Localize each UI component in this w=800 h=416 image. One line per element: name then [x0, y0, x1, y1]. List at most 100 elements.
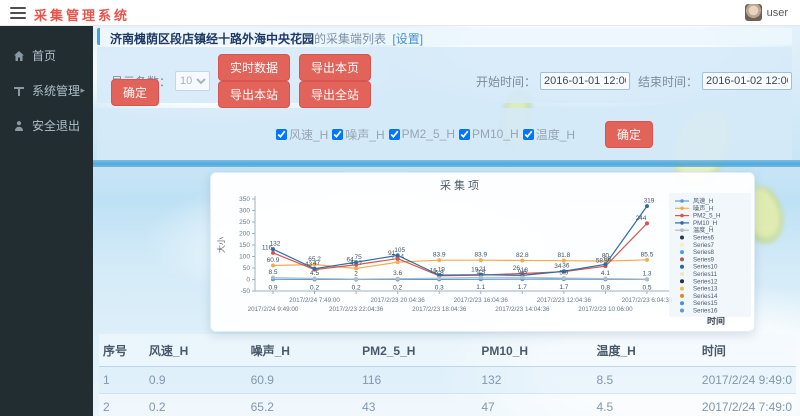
checkbox-风速_H[interactable] — [276, 129, 287, 140]
svg-text:Series14: Series14 — [693, 293, 718, 300]
table-cell: 0.2 — [145, 394, 247, 416]
svg-text:2017/2/23 12:04:36: 2017/2/23 12:04:36 — [537, 297, 592, 304]
svg-text:1.7: 1.7 — [559, 284, 568, 291]
svg-text:83.9: 83.9 — [433, 252, 446, 259]
export-page-button[interactable]: 导出本页 — [299, 54, 371, 81]
svg-text:2017/2/24 9:49:00: 2017/2/24 9:49:00 — [248, 306, 299, 313]
svg-text:66: 66 — [604, 256, 612, 263]
query-confirm-button[interactable]: 确定 — [111, 79, 159, 106]
svg-text:100: 100 — [239, 254, 250, 261]
series-checkbox-group: 噪声_H — [332, 126, 384, 143]
column-header: 序号 — [99, 334, 145, 367]
svg-text:Series8: Series8 — [693, 249, 715, 256]
table-cell: 0.9 — [145, 367, 247, 394]
table-row[interactable]: 20.265.243474.52017/2/24 7:49:0 — [99, 394, 796, 416]
svg-text:2017/2/24 7:49:00: 2017/2/24 7:49:00 — [289, 297, 340, 304]
table-cell: 43 — [358, 394, 477, 416]
table-cell: 60.9 — [247, 367, 358, 394]
settings-link[interactable]: [设置] — [392, 32, 423, 46]
svg-text:风速_H: 风速_H — [693, 197, 713, 205]
start-time-label: 开始时间： — [476, 73, 536, 90]
svg-text:60.9: 60.9 — [267, 257, 280, 264]
end-time-input[interactable] — [702, 72, 792, 90]
horizon-band — [93, 160, 800, 167]
column-header: 温度_H — [592, 334, 697, 367]
export-station-button[interactable]: 导出本站 — [218, 81, 290, 108]
column-header: PM2_5_H — [358, 334, 477, 367]
series-checkbox-group: PM10_H — [459, 127, 519, 141]
series-checkbox-group: 风速_H — [276, 126, 328, 143]
app-title: 采集管理系统 — [34, 5, 130, 24]
checkbox-label: 温度_H — [536, 126, 575, 143]
svg-text:81.8: 81.8 — [558, 252, 571, 259]
export-all-button[interactable]: 导出全站 — [299, 81, 371, 108]
table-header-row: 序号风速_H噪声_HPM2_5_HPM10_H温度_H时间 — [99, 334, 796, 367]
series-checkbox-group: 温度_H — [523, 126, 575, 143]
svg-text:0.2: 0.2 — [310, 284, 319, 291]
table-row[interactable]: 10.960.91161328.52017/2/24 9:49:0 — [99, 367, 796, 394]
checkbox-PM2_5_H[interactable] — [389, 129, 400, 140]
checkbox-label: 噪声_H — [345, 126, 384, 143]
svg-text:3.6: 3.6 — [393, 270, 402, 277]
svg-text:Series15: Series15 — [693, 300, 718, 307]
sidebar: 首页系统管理▸安全退出 — [0, 26, 93, 416]
svg-text:83.9: 83.9 — [474, 252, 487, 259]
svg-text:1.1: 1.1 — [476, 284, 485, 291]
svg-text:Series10: Series10 — [693, 264, 718, 271]
svg-text:Series11: Series11 — [693, 271, 718, 278]
checkbox-温度_H[interactable] — [523, 129, 534, 140]
svg-text:噪声_H: 噪声_H — [693, 204, 713, 212]
svg-text:0.5: 0.5 — [642, 284, 651, 291]
column-header: 噪声_H — [247, 334, 358, 367]
svg-text:PM10_H: PM10_H — [693, 220, 717, 227]
column-header: 风速_H — [145, 334, 247, 367]
table-cell: 47 — [477, 394, 592, 416]
sidebar-item-logout[interactable]: 安全退出 — [0, 108, 93, 143]
sidebar-item-system[interactable]: 系统管理▸ — [0, 73, 93, 108]
svg-text:105: 105 — [394, 247, 405, 254]
checkbox-PM10_H[interactable] — [459, 129, 470, 140]
page-title: 的采集端列表 — [314, 32, 386, 46]
checkbox-label: PM10_H — [472, 127, 519, 141]
svg-text:0.9: 0.9 — [268, 284, 277, 291]
display-count-select[interactable]: 10 — [175, 71, 210, 91]
svg-text:1.3: 1.3 — [642, 271, 651, 278]
chart-svg: 采集项大小时间350300250200150100500-502017/2/24… — [211, 173, 754, 331]
svg-text:150: 150 — [239, 242, 250, 249]
svg-text:5.8: 5.8 — [435, 270, 444, 277]
realtime-data-button[interactable]: 实时数据 — [218, 54, 290, 81]
svg-text:2017/2/23 16:04:36: 2017/2/23 16:04:36 — [454, 297, 509, 304]
sidebar-item-home[interactable]: 首页 — [0, 38, 93, 73]
svg-text:1.7: 1.7 — [518, 284, 527, 291]
svg-text:85.5: 85.5 — [641, 251, 654, 258]
svg-text:244: 244 — [636, 215, 647, 222]
svg-text:2017/2/23 6:04:36: 2017/2/23 6:04:36 — [622, 297, 673, 304]
main-content: 济南槐荫区段店镇经十路外海中央花园的采集端列表 [设置] 显示条数： 10 实时… — [93, 26, 800, 416]
table-cell: 4.5 — [592, 394, 697, 416]
svg-text:200: 200 — [239, 231, 250, 238]
svg-text:132: 132 — [270, 241, 281, 248]
svg-text:0.8: 0.8 — [601, 284, 610, 291]
user-menu[interactable]: user — [745, 4, 788, 21]
menu-icon[interactable] — [10, 7, 26, 19]
data-table: 序号风速_H噪声_HPM2_5_HPM10_H温度_H时间 10.960.911… — [99, 334, 796, 416]
table-cell: 1 — [99, 367, 145, 394]
svg-text:Series16: Series16 — [693, 308, 718, 315]
table-cell: 65.2 — [247, 394, 358, 416]
svg-text:350: 350 — [239, 196, 250, 203]
svg-text:温度_H: 温度_H — [693, 226, 713, 234]
svg-text:Series6: Series6 — [693, 235, 715, 242]
table-cell: 2 — [99, 394, 145, 416]
sidebar-item-label: 系统管理 — [32, 82, 80, 99]
avatar — [745, 4, 762, 21]
series-filter-panel: 风速_H噪声_HPM2_5_HPM10_H温度_H确定 — [97, 108, 792, 160]
filter-confirm-button[interactable]: 确定 — [605, 121, 653, 148]
user-name: user — [767, 7, 788, 19]
start-time-input[interactable] — [540, 72, 630, 90]
column-header: PM10_H — [477, 334, 592, 367]
chevron-right-icon: ▸ — [80, 85, 85, 96]
lock-icon — [13, 120, 25, 132]
column-header: 时间 — [698, 334, 796, 367]
checkbox-噪声_H[interactable] — [332, 129, 343, 140]
svg-text:采集项: 采集项 — [440, 178, 482, 192]
